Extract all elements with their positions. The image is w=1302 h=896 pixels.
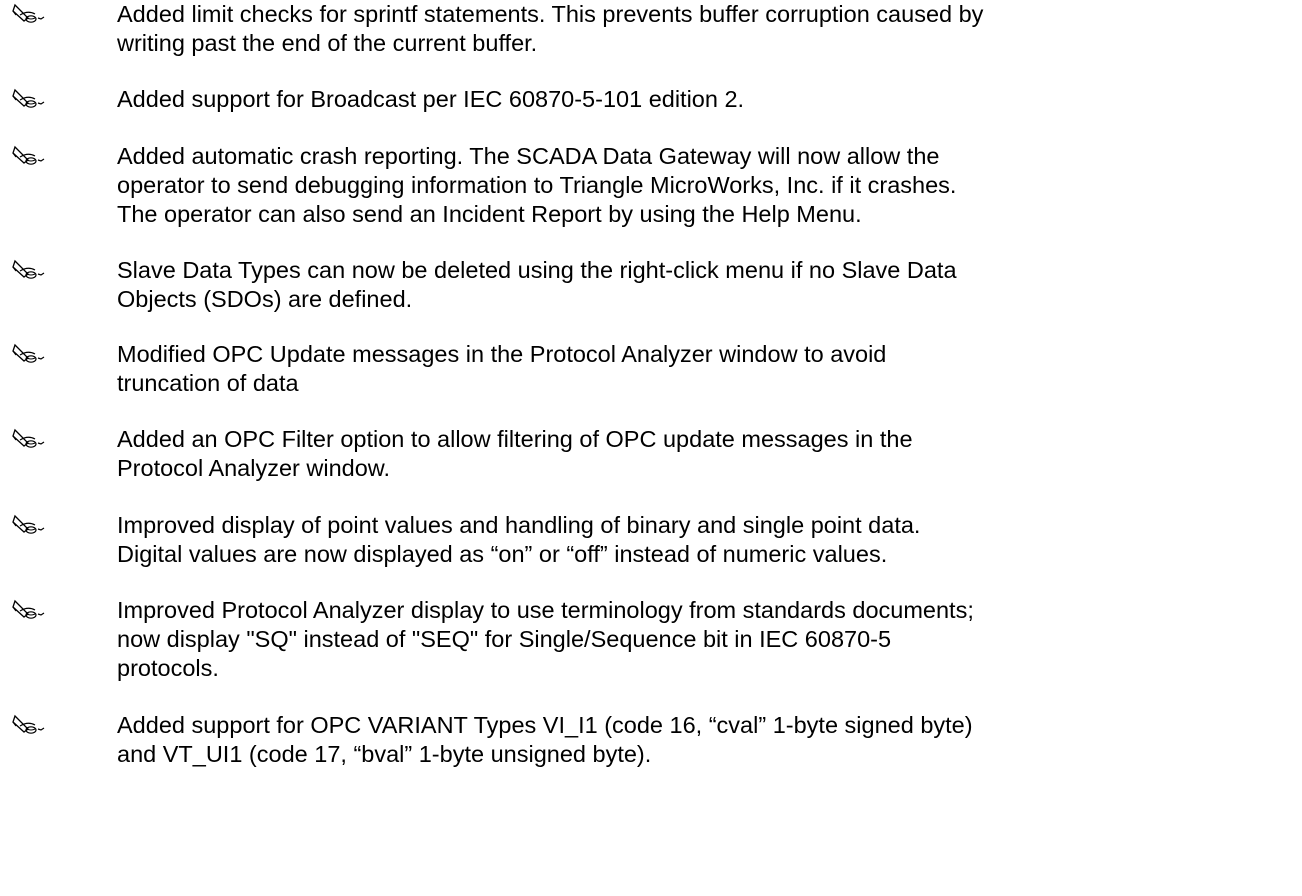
note-text: Modified OPC Update messages in the Prot… <box>117 340 1295 398</box>
note-text: Improved Protocol Analyzer display to us… <box>117 596 1295 683</box>
note-text: Slave Data Types can now be deleted usin… <box>117 256 1295 314</box>
note-text: Improved display of point values and han… <box>117 511 1295 569</box>
note-line: protocols. <box>117 655 219 681</box>
note-line: truncation of data <box>117 370 299 396</box>
note-line: Protocol Analyzer window. <box>117 455 391 481</box>
note-line: Added support for OPC VARIANT Types VI_I… <box>117 712 973 738</box>
note-text: Added automatic crash reporting. The SCA… <box>117 142 1295 229</box>
note-text: Added support for OPC VARIANT Types VI_I… <box>117 711 1295 769</box>
note-line: Added an OPC Filter option to allow filt… <box>117 426 913 452</box>
writing-hand-bullet-icon <box>10 258 46 282</box>
writing-hand-bullet-icon <box>10 2 46 26</box>
release-notes-list: Added limit checks for sprintf statement… <box>0 0 1302 896</box>
note-line: operator to send debugging information t… <box>117 172 957 198</box>
note-line: Objects (SDOs) are defined. <box>117 286 413 312</box>
note-line: and VT_UI1 (code 17, “bval” 1-byte unsig… <box>117 741 652 767</box>
note-line: Added limit checks for sprintf statement… <box>117 1 984 27</box>
note-line: Improved Protocol Analyzer display to us… <box>117 597 974 623</box>
writing-hand-bullet-icon <box>10 87 46 111</box>
note-line: Added automatic crash reporting. The SCA… <box>117 143 940 169</box>
note-line: Added support for Broadcast per IEC 6087… <box>117 86 745 112</box>
writing-hand-bullet-icon <box>10 513 46 537</box>
note-line: now display "SQ" instead of "SEQ" for Si… <box>117 626 892 652</box>
writing-hand-bullet-icon <box>10 144 46 168</box>
note-text: Added an OPC Filter option to allow filt… <box>117 425 1295 483</box>
note-text: Added support for Broadcast per IEC 6087… <box>117 85 1295 114</box>
writing-hand-bullet-icon <box>10 427 46 451</box>
note-text: Added limit checks for sprintf statement… <box>117 0 1295 58</box>
note-line: The operator can also send an Incident R… <box>117 201 862 227</box>
note-line: Improved display of point values and han… <box>117 512 921 538</box>
note-line: Digital values are now displayed as “on”… <box>117 541 888 567</box>
note-line: writing past the end of the current buff… <box>117 30 538 56</box>
note-line: Modified OPC Update messages in the Prot… <box>117 341 887 367</box>
writing-hand-bullet-icon <box>10 713 46 737</box>
writing-hand-bullet-icon <box>10 598 46 622</box>
note-line: Slave Data Types can now be deleted usin… <box>117 257 957 283</box>
writing-hand-bullet-icon <box>10 342 46 366</box>
